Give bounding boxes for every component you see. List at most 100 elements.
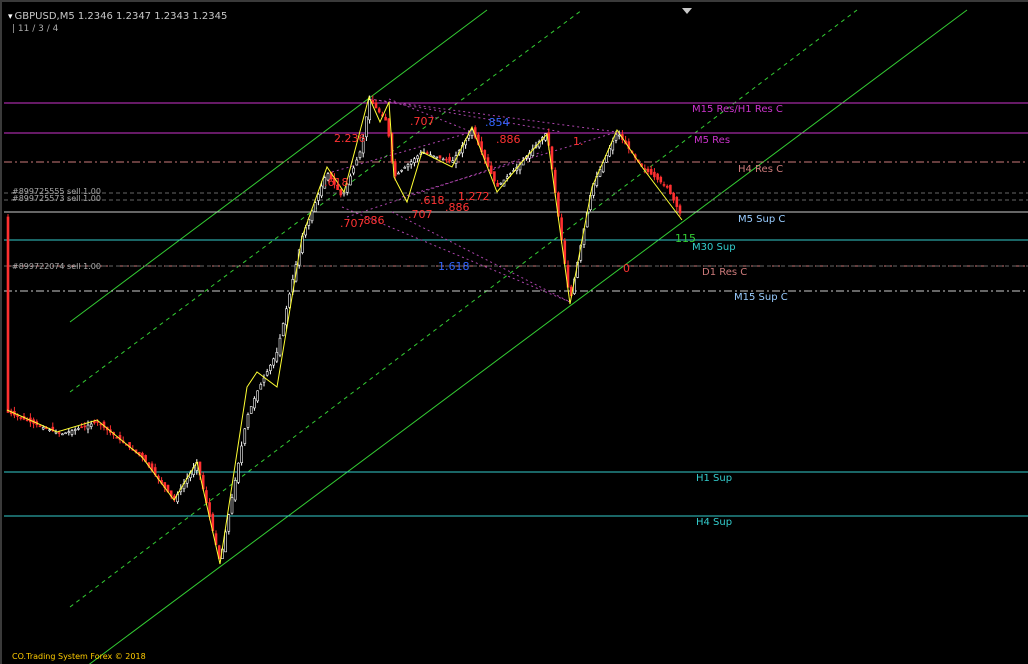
channel-line	[88, 9, 968, 664]
candle-body	[269, 364, 272, 371]
candle-body	[384, 116, 387, 121]
candle-body	[358, 151, 362, 158]
candle-body	[499, 182, 503, 185]
candle-body	[445, 158, 448, 161]
channel-line	[69, 9, 488, 323]
candle-body	[310, 210, 314, 222]
level-label: H4 Res C	[738, 164, 783, 175]
order-label: #899722074 sell 1.00	[12, 262, 101, 271]
candle-body	[368, 99, 371, 121]
candle-body	[438, 155, 442, 159]
candle-body	[67, 431, 71, 433]
candle-body	[416, 155, 419, 159]
level-label: M15 Res/H1 Res C	[692, 104, 783, 115]
zigzag-line	[6, 95, 683, 565]
candle-body	[397, 172, 400, 175]
candle-body	[400, 169, 403, 172]
candle-body	[249, 406, 253, 414]
candle-body	[57, 432, 61, 434]
candle-body	[246, 414, 250, 428]
fib-label: 0	[623, 262, 630, 275]
candle-body	[272, 358, 275, 366]
candle-body	[25, 419, 29, 421]
copyright-text: CO.Trading System Forex © 2018	[12, 652, 146, 661]
level-label: M30 Sup	[692, 242, 736, 253]
fib-label: .707	[410, 115, 435, 128]
candle-body	[230, 497, 234, 514]
candle-body	[374, 102, 378, 109]
candle-body	[611, 140, 615, 151]
candle-body	[365, 116, 368, 138]
candle-body	[320, 185, 323, 197]
candle-body	[387, 118, 391, 137]
candle-body	[496, 182, 499, 187]
candle-body	[227, 514, 231, 532]
candle-body	[259, 384, 263, 390]
candle-body	[432, 155, 435, 158]
candle-body	[451, 160, 455, 163]
candle-body	[275, 352, 279, 362]
candle-body	[6, 216, 10, 413]
harmonic-dotted-line	[391, 211, 571, 303]
candle-body	[649, 169, 653, 175]
candle-body	[653, 171, 656, 178]
fib-label: .707	[408, 208, 433, 221]
candle-body	[441, 158, 445, 161]
candle-body	[19, 417, 23, 419]
candle-body	[352, 167, 355, 174]
candle-body	[233, 480, 237, 501]
price-chart[interactable]: M15 Res/H1 Res C M5 Res H4 Res C M5 Sup C M3…	[2, 2, 1028, 664]
candle-body	[505, 176, 509, 179]
candle-body	[77, 428, 80, 430]
candle-body	[349, 175, 352, 186]
candle-body	[253, 398, 256, 409]
level-label: M5 Sup C	[738, 214, 785, 225]
candle-body	[489, 165, 493, 175]
candle-body	[448, 156, 451, 162]
channel-line	[69, 9, 858, 608]
candle-body	[313, 202, 317, 212]
harmonic-dotted-line	[369, 98, 563, 133]
candle-body	[403, 167, 407, 169]
candle-body	[89, 423, 93, 427]
candle-body	[646, 168, 650, 173]
candle-body	[83, 425, 87, 428]
candle-body	[409, 161, 413, 165]
candle-body	[61, 433, 64, 436]
candle-body	[48, 429, 51, 431]
candle-body	[243, 428, 247, 444]
level-label: M5 Res	[694, 135, 730, 146]
level-label: D1 Res C	[702, 267, 747, 278]
fib-label: .707	[340, 217, 365, 230]
fib-label: 115	[675, 232, 696, 245]
candle-body	[377, 108, 381, 113]
level-lines	[4, 102, 1028, 517]
fib-label: .618	[324, 176, 349, 189]
chart-window[interactable]: M15 Res/H1 Res C M5 Res H4 Res C M5 Sup C M3…	[0, 0, 1028, 664]
chart-shift-marker-icon[interactable]	[682, 8, 692, 14]
candle-body	[278, 337, 282, 356]
candle-body	[281, 323, 285, 337]
candle-body	[678, 205, 682, 214]
fib-label: 2.236	[334, 132, 366, 145]
candle-body	[86, 424, 90, 430]
candle-body	[669, 184, 672, 195]
symbol-info: ▾ GBPUSD,M5 1.2346 1.2347 1.2343 1.2345	[8, 11, 228, 22]
indicator-params: 11 / 3 / 4	[17, 24, 59, 34]
candle-body	[265, 371, 269, 376]
candle-body	[80, 426, 83, 429]
fib-label: 1.618	[438, 260, 470, 273]
candle-body	[672, 192, 675, 201]
candlesticks	[6, 95, 682, 560]
fib-label: .886	[496, 133, 521, 146]
candle-body	[355, 159, 359, 166]
candle-body	[614, 133, 618, 141]
candle-body	[237, 462, 240, 483]
candle-body	[675, 196, 679, 207]
candle-body	[339, 189, 343, 196]
level-label: H4 Sup	[696, 517, 732, 528]
order-label: #899725573 sell 1.00	[12, 194, 101, 203]
chart-labels: M15 Res/H1 Res C M5 Res H4 Res C M5 Sup C M3…	[12, 104, 788, 528]
candle-body	[240, 445, 243, 463]
candle-body	[64, 432, 67, 435]
